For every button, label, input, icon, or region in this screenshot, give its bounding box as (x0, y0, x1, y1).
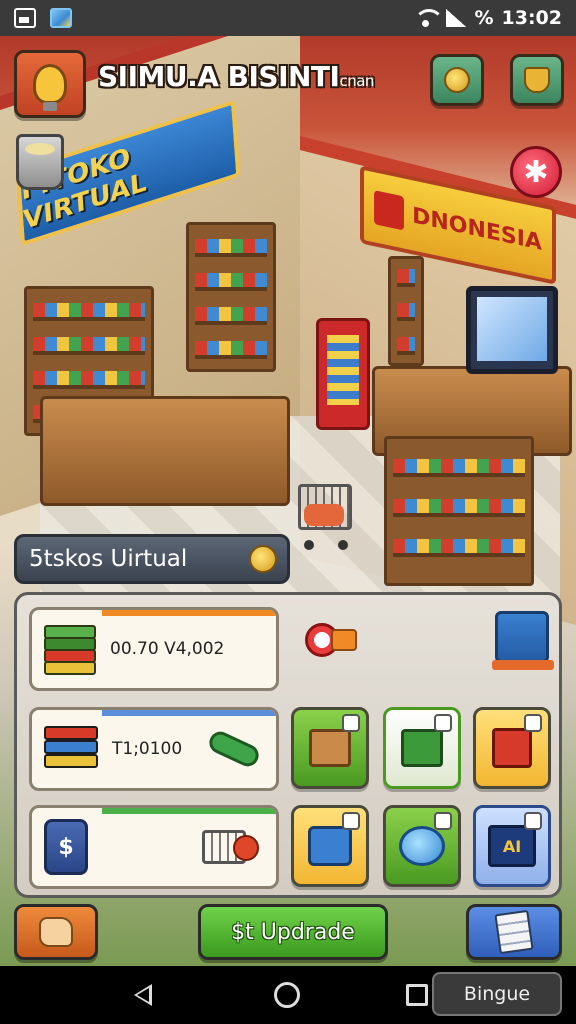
trophy-icon (524, 67, 550, 93)
store-sign-right-text: DNONESIA (412, 202, 542, 256)
nav-pill-button[interactable]: Bingue (432, 972, 562, 1016)
hand-action-button[interactable] (14, 904, 98, 960)
clock: 13:02 (501, 7, 562, 29)
counter-left[interactable] (40, 396, 290, 506)
wifi-icon (414, 9, 445, 27)
lightbulb-icon (33, 64, 67, 111)
box-icon (309, 729, 351, 767)
achievements-button[interactable] (510, 54, 564, 106)
crate-icon[interactable] (492, 611, 554, 670)
shelf-right-lower[interactable] (384, 436, 534, 586)
delivery-plane-icon (205, 728, 263, 770)
signal-icon (446, 9, 467, 27)
shelf-center[interactable] (186, 222, 276, 372)
chat-bubble-icon (399, 826, 445, 866)
computer-monitor[interactable] (466, 286, 558, 374)
ideas-button[interactable] (14, 50, 86, 118)
document-icon (494, 909, 534, 955)
drink-fridge[interactable] (316, 318, 370, 430)
coin-icon (444, 67, 470, 93)
cart-sale-icon (202, 830, 259, 864)
game-title-small: cnan (339, 72, 374, 90)
shelf-right-upper[interactable] (388, 256, 424, 366)
store-name-plate[interactable]: 5tskos Uirtual (14, 534, 290, 584)
home-icon[interactable] (274, 982, 300, 1008)
battery-label: % (474, 7, 494, 29)
card-icon (308, 826, 352, 866)
tile-ai-screen[interactable]: AI (473, 805, 551, 887)
recent-apps-icon[interactable] (406, 984, 428, 1006)
goods-stat-card[interactable]: T1;0100 (29, 707, 279, 791)
back-icon[interactable] (134, 984, 152, 1006)
money-stat-card[interactable]: 00.70 V4,002 (29, 607, 279, 691)
favorite-button[interactable]: ✱ (510, 146, 562, 198)
savings-stat-card[interactable]: $ (29, 805, 279, 889)
store-name-label: 5tskos Uirtual (29, 546, 188, 572)
game-title: SIIMU.A BISINTIcnan (98, 60, 374, 93)
goods-value: T1;0100 (112, 739, 183, 759)
tile-card[interactable] (291, 805, 369, 887)
photo-icon (50, 8, 72, 28)
tile-gift[interactable] (383, 707, 461, 789)
tile-boxes[interactable] (291, 707, 369, 789)
hand-icon (39, 917, 73, 947)
tile-chat[interactable] (383, 805, 461, 887)
tile-red-crate[interactable] (473, 707, 551, 789)
gallery-icon (14, 8, 36, 28)
status-bar: % 13:02 (0, 0, 576, 36)
navigation-bar: Bingue (0, 966, 576, 1024)
game-title-main: SIIMU.A BISINTI (98, 60, 340, 93)
ai-screen-icon: AI (488, 825, 536, 867)
timer-chip[interactable] (305, 623, 357, 657)
coins-button[interactable] (430, 54, 484, 106)
documents-button[interactable] (466, 904, 562, 960)
money-stack-icon (44, 621, 96, 677)
bin-button[interactable] (16, 134, 64, 190)
flag-badge-icon (374, 190, 405, 231)
management-panel: 00.70 V4,002 T1;0100 $ AI (14, 592, 562, 898)
red-crate-icon (492, 728, 532, 768)
books-stack-icon (44, 722, 98, 776)
money-value: 00.70 V4,002 (110, 639, 225, 659)
savings-jar-icon: $ (44, 819, 88, 875)
star-icon: ✱ (523, 154, 549, 190)
gold-coin-icon (249, 545, 277, 573)
shopping-cart[interactable] (290, 472, 358, 558)
gift-icon (401, 729, 443, 767)
upgrade-button[interactable]: $t Updrade (198, 904, 388, 960)
